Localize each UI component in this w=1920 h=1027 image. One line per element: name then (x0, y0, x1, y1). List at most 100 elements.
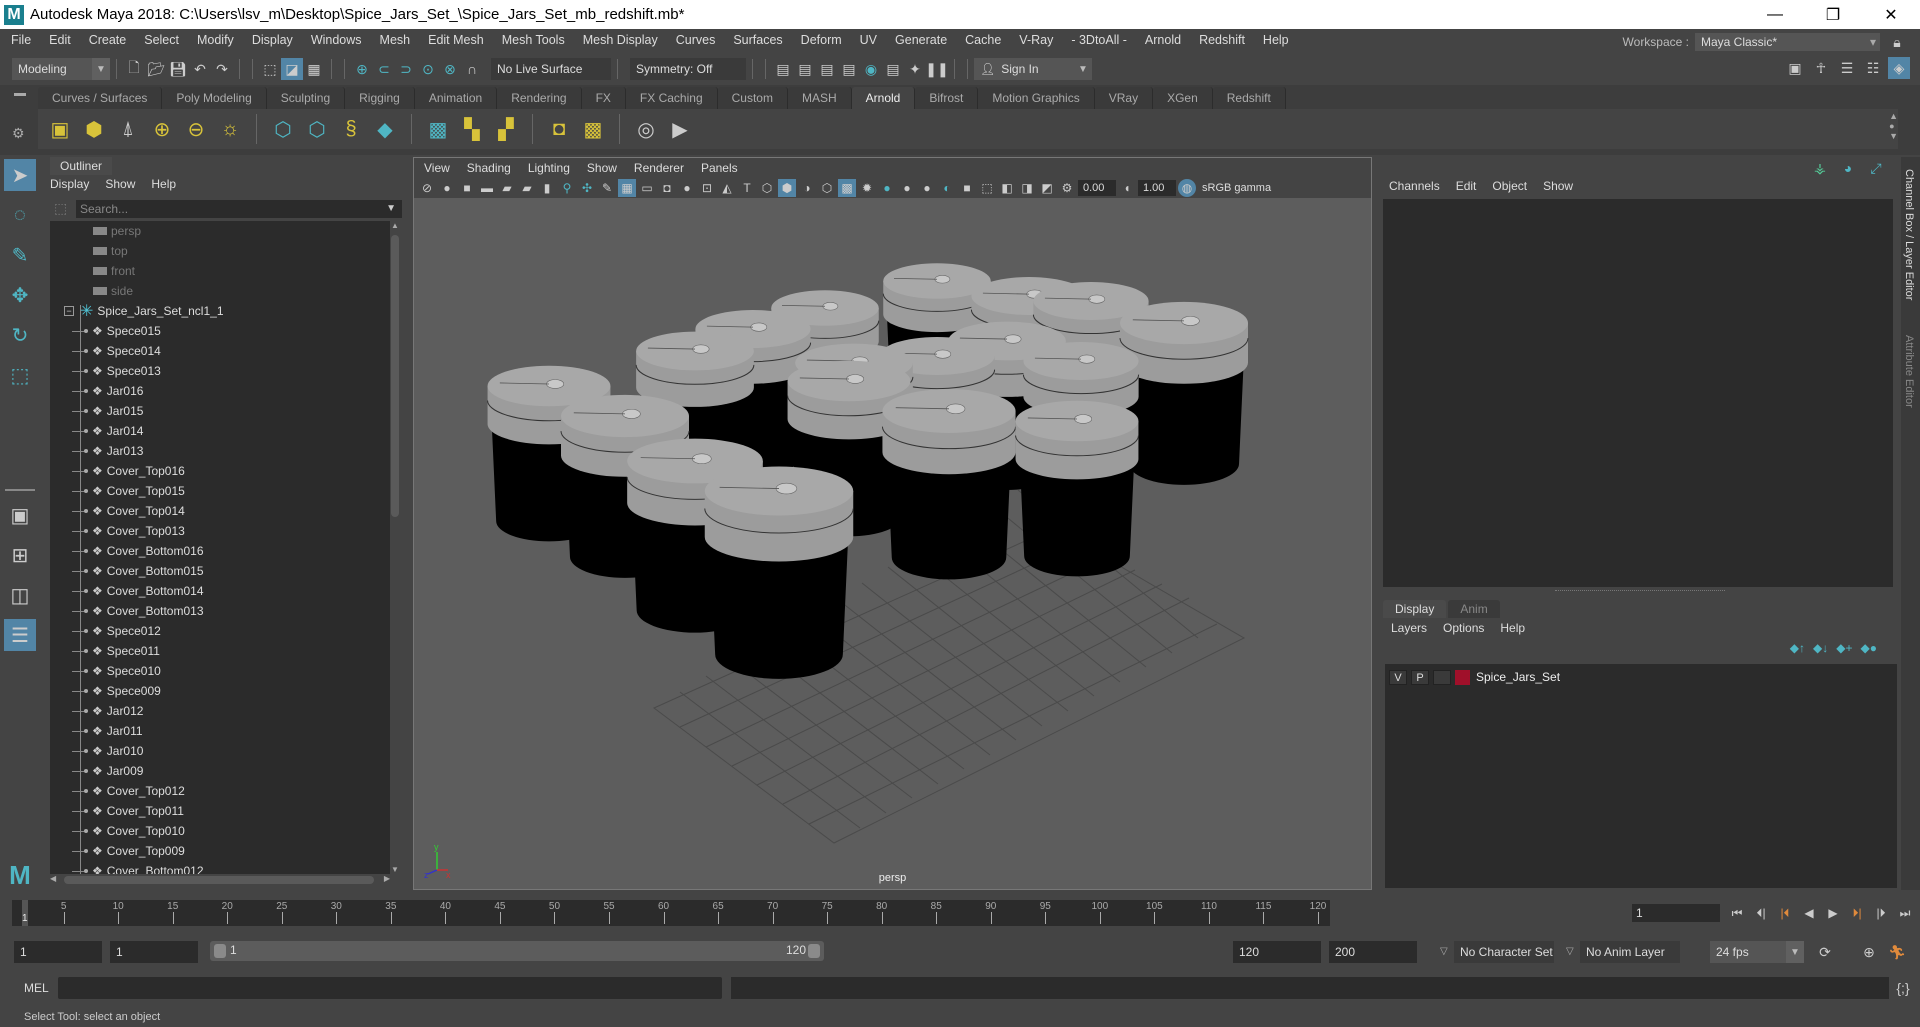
select-component-icon[interactable]: ▦ (303, 58, 325, 80)
channel-box-icon[interactable]: ◈ (1888, 57, 1910, 79)
layer-menu-layers[interactable]: Layers (1391, 621, 1427, 635)
outliner-camera-item[interactable]: top (50, 241, 390, 261)
channel-box-menu-edit[interactable]: Edit (1456, 179, 1477, 193)
new-layer-selected-icon[interactable]: ◆● (1861, 641, 1877, 655)
shelf-tab-rendering[interactable]: Rendering (497, 87, 582, 109)
shelf-scroll-icon[interactable]: ▲ ● ▼ (1889, 111, 1898, 141)
outliner-mesh-item[interactable]: ❖ Cover_Top011 (50, 801, 390, 821)
arnold-photometric-light-icon[interactable]: ⍋ (114, 115, 142, 143)
outliner-mesh-item[interactable]: ❖ Cover_Bottom012 (50, 861, 390, 874)
bookmarks-icon[interactable]: ▬ (478, 179, 496, 197)
viewport-menu-renderer[interactable]: Renderer (634, 161, 684, 175)
layer-visibility-toggle[interactable]: V (1389, 669, 1407, 685)
camera-attributes-icon[interactable]: ■ (458, 179, 476, 197)
lock-icon[interactable]: 🔒︎ (1886, 31, 1908, 53)
layer-display-type-toggle[interactable] (1433, 669, 1451, 685)
render-view-arnold-icon[interactable]: ▩ (424, 115, 452, 143)
save-scene-icon[interactable]: 💾︎ (167, 58, 189, 80)
shelf-tab-fx-caching[interactable]: FX Caching (625, 87, 718, 109)
menu-curves[interactable]: Curves (667, 33, 725, 47)
render-settings-icon[interactable]: ▤ (772, 58, 794, 80)
step-forward-frame-icon[interactable]: |⏵ (1870, 904, 1892, 922)
auto-key-icon[interactable]: ⊕ (1858, 941, 1880, 963)
field-chart-icon[interactable]: ● (678, 179, 696, 197)
hypershade-icon[interactable]: ◉ (860, 58, 882, 80)
outliner-mesh-item[interactable]: ❖ Jar016 (50, 381, 390, 401)
layer-tab-display[interactable]: Display (1383, 600, 1447, 618)
scale-tool-icon[interactable]: ⬚ (4, 359, 36, 391)
gamma-field[interactable]: 1.00 (1138, 180, 1176, 196)
single-view-layout-icon[interactable]: ▣ (4, 499, 36, 531)
viewport-menu-shading[interactable]: Shading (467, 161, 511, 175)
shelf-tab-motion-graphics[interactable]: Motion Graphics (978, 87, 1095, 109)
viewport-menu-view[interactable]: View (424, 161, 450, 175)
outliner-mesh-item[interactable]: ❖ Spece015 (50, 321, 390, 341)
scroll-up-icon[interactable]: ▲ (390, 221, 400, 230)
pause-ipr-icon[interactable]: ❚❚ (925, 58, 948, 80)
use-all-lights-icon[interactable]: ✹ (858, 179, 876, 197)
command-input[interactable] (58, 977, 722, 999)
gamma-icon[interactable]: ◖ (1118, 179, 1136, 197)
layer-color-swatch[interactable] (1455, 669, 1470, 685)
menu-modify[interactable]: Modify (188, 33, 243, 47)
anim-layer-menu-icon[interactable]: ▽ (1566, 946, 1574, 957)
outliner-mesh-item[interactable]: ❖ Cover_Top014 (50, 501, 390, 521)
manipulator-icon[interactable]: ⚶ (1809, 157, 1831, 179)
ipr-render-icon[interactable]: ▤ (816, 58, 838, 80)
menu-windows[interactable]: Windows (302, 33, 371, 47)
outliner-mesh-item[interactable]: ❖ Spece010 (50, 661, 390, 681)
wireframe-on-shaded-icon[interactable]: ⬡ (818, 179, 836, 197)
outliner-mesh-item[interactable]: ❖ Cover_Top015 (50, 481, 390, 501)
outliner-mesh-item[interactable]: ❖ Cover_Bottom014 (50, 581, 390, 601)
menu-edit[interactable]: Edit (40, 33, 80, 47)
create-standin-icon[interactable]: ⬡ (269, 115, 297, 143)
character-set-field[interactable]: No Character Set (1454, 941, 1554, 963)
exposure-icon[interactable]: ⚙ (1058, 179, 1076, 197)
flush-textures-icon[interactable]: ▞ (492, 115, 520, 143)
outliner-mesh-item[interactable]: ❖ Cover_Top010 (50, 821, 390, 841)
2d-pan-zoom-icon[interactable]: ▰ (518, 179, 536, 197)
channel-box-menu-show[interactable]: Show (1543, 179, 1573, 193)
menu-surfaces[interactable]: Surfaces (724, 33, 791, 47)
menu-uv[interactable]: UV (851, 33, 886, 47)
outliner-mesh-item[interactable]: ❖ Spece009 (50, 681, 390, 701)
viewport-panel[interactable]: View Shading Lighting Show Renderer Pane… (413, 157, 1372, 890)
wireframe-icon[interactable]: ⬡ (758, 179, 776, 197)
symmetry-dropdown[interactable]: Symmetry: Off (630, 58, 746, 80)
outliner-group-item[interactable]: − ✳ Spice_Jars_Set_ncl1_1 (50, 301, 390, 321)
camera-paint-icon[interactable]: ✎ (598, 179, 616, 197)
viewport-menu-panels[interactable]: Panels (701, 161, 738, 175)
lock-camera-icon[interactable]: ● (438, 179, 456, 197)
shelf-tab-curves-surfaces[interactable]: Curves / Surfaces (38, 87, 163, 109)
select-hierarchy-icon[interactable]: ⬚ (259, 58, 281, 80)
scroll-right-icon[interactable]: ▶ (384, 874, 390, 883)
move-layer-up-icon[interactable]: ◆↑ (1790, 641, 1805, 655)
range-end-handle[interactable] (808, 944, 820, 958)
render-play-icon[interactable]: ▶ (666, 115, 694, 143)
ipr-eye-icon[interactable]: ◎ (632, 115, 660, 143)
default-material-icon[interactable]: ◑ (798, 179, 816, 197)
playback-end-field[interactable]: 120 (1233, 941, 1321, 963)
film-gate-icon[interactable]: ▭ (638, 179, 656, 197)
snap-point-icon[interactable]: ⊃ (395, 58, 417, 80)
curve-collector-icon[interactable]: § (337, 115, 365, 143)
arnold-mesh-light-icon[interactable]: ⬢ (80, 115, 108, 143)
menu-mesh-display[interactable]: Mesh Display (574, 33, 667, 47)
shelf-tab-sculpting[interactable]: Sculpting (266, 87, 346, 109)
snap-options-icon[interactable]: ∩ (461, 58, 483, 80)
color-management-toggle-icon[interactable]: ◍ (1178, 179, 1196, 197)
outliner-camera-item[interactable]: front (50, 261, 390, 281)
shelf-tab-animation[interactable]: Animation (414, 87, 498, 109)
snap-curve-icon[interactable]: ⊂ (373, 58, 395, 80)
menu-redshift[interactable]: Redshift (1190, 33, 1254, 47)
play-backwards-icon[interactable]: ◀ (1798, 904, 1820, 922)
exposure-field[interactable]: 0.00 (1078, 180, 1116, 196)
attribute-editor-icon[interactable]: ☰ (1836, 57, 1858, 79)
go-to-end-icon[interactable]: ⏭ (1894, 904, 1916, 922)
outliner-mesh-item[interactable]: ❖ Jar010 (50, 741, 390, 761)
checker-shader-icon[interactable]: ▩ (579, 115, 607, 143)
outliner-layout-icon[interactable]: ☰ (4, 619, 36, 651)
outliner-mesh-item[interactable]: ❖ Cover_Bottom013 (50, 601, 390, 621)
shelf-tab-xgen[interactable]: XGen (1153, 87, 1213, 109)
select-tool-icon[interactable]: ➤ (4, 159, 36, 191)
